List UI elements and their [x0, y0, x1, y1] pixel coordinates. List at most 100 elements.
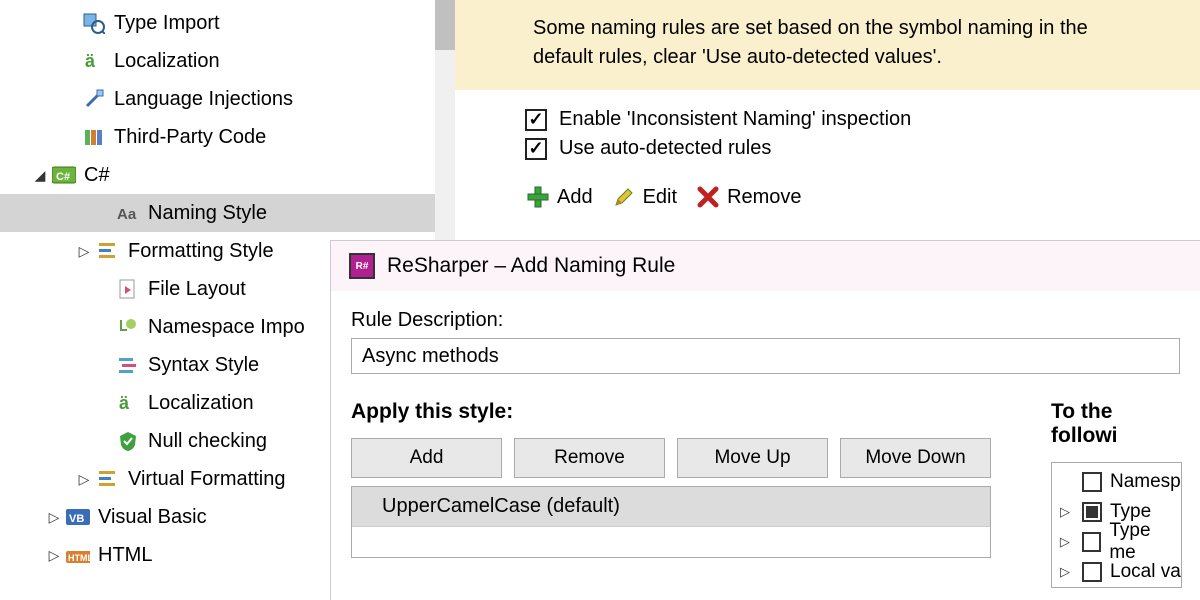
tree-arrow-collapsed-icon[interactable]: ▷ [1056, 504, 1074, 520]
style-buttons: Add Remove Move Up Move Down [351, 438, 991, 478]
banner-line2: default rules, clear 'Use auto-detected … [533, 46, 942, 68]
checkbox-icon[interactable] [1082, 562, 1102, 582]
entity-label: Type me [1109, 520, 1180, 564]
tree-arrow-collapsed-icon[interactable]: ▷ [74, 243, 94, 260]
tree-label: Type Import [114, 12, 220, 35]
tree-label: Virtual Formatting [128, 468, 285, 491]
tree-arrow-collapsed-icon[interactable]: ▷ [1056, 534, 1074, 550]
edit-label: Edit [643, 186, 677, 209]
entities-section: To the followi ▷ Namesp ▷ Type ▷ [1051, 400, 1182, 588]
tree-arrow-collapsed-icon[interactable]: ▷ [1056, 564, 1074, 580]
checkbox-checked-icon[interactable]: ✓ [525, 138, 547, 160]
tree-item-csharp[interactable]: ◢ C# C# [0, 156, 455, 194]
tree-item-third-party[interactable]: ▶ Third-Party Code [0, 118, 455, 156]
dialog-title: ReSharper – Add Naming Rule [387, 254, 675, 278]
vb-icon: VB [66, 505, 90, 529]
check-label: Use auto-detected rules [559, 137, 771, 160]
entity-label: Namesp [1110, 471, 1181, 493]
style-remove-button[interactable]: Remove [514, 438, 665, 478]
x-icon [695, 184, 721, 210]
html-icon: HTML [66, 543, 90, 567]
apply-style-title: Apply this style: [351, 400, 991, 424]
add-button[interactable]: Add [525, 184, 593, 210]
svg-text:Aa: Aa [117, 206, 137, 223]
svg-text:VB: VB [69, 513, 84, 525]
tree-label: Null checking [148, 430, 267, 453]
tree-label: Syntax Style [148, 354, 259, 377]
tree-arrow-collapsed-icon[interactable]: ▷ [74, 471, 94, 488]
type-import-icon [82, 11, 106, 35]
check-auto-detected[interactable]: ✓ Use auto-detected rules [525, 137, 1200, 160]
tree-label: Naming Style [148, 202, 267, 225]
svg-text:ä: ä [119, 393, 130, 413]
tree-item-language-injections[interactable]: ▶ Language Injections [0, 80, 455, 118]
rules-toolbar: Add Edit Remove [455, 174, 1200, 210]
tree-label: Localization [148, 392, 254, 415]
svg-text:C#: C# [56, 171, 70, 183]
entity-type-member[interactable]: ▷ Type me [1056, 527, 1181, 557]
style-moveup-button[interactable]: Move Up [677, 438, 828, 478]
tree-item-naming-style[interactable]: ▶ Aa Naming Style [0, 194, 455, 232]
svg-text:ä: ä [85, 51, 96, 71]
main-panel: Some naming rules are set based on the s… [455, 0, 1200, 240]
syntax-icon [116, 353, 140, 377]
tree-label: Language Injections [114, 88, 293, 111]
tree-label: File Layout [148, 278, 246, 301]
info-banner: Some naming rules are set based on the s… [455, 0, 1200, 90]
style-list-item[interactable]: UpperCamelCase (default) [352, 487, 990, 527]
file-layout-icon [116, 277, 140, 301]
add-naming-rule-dialog: R# ReSharper – Add Naming Rule Rule Desc… [330, 240, 1200, 600]
add-label: Add [557, 186, 593, 209]
checkbox-icon[interactable] [1082, 532, 1102, 552]
checkbox-group: ✓ Enable 'Inconsistent Naming' inspectio… [455, 90, 1200, 174]
csharp-icon: C# [52, 163, 76, 187]
tree-arrow-collapsed-icon[interactable]: ▷ [44, 547, 64, 564]
tree-label: Visual Basic [98, 506, 207, 529]
tree-arrow-collapsed-icon[interactable]: ▷ [44, 509, 64, 526]
tree-label: Third-Party Code [114, 126, 266, 149]
edit-button[interactable]: Edit [611, 184, 677, 210]
localization-icon: ä [82, 49, 106, 73]
check-label: Enable 'Inconsistent Naming' inspection [559, 108, 911, 131]
checkbox-filled-icon[interactable] [1082, 502, 1102, 522]
apply-style-section: Apply this style: Add Remove Move Up Mov… [351, 400, 991, 588]
entity-namespace[interactable]: ▷ Namesp [1056, 467, 1181, 497]
books-icon [82, 125, 106, 149]
dialog-titlebar: R# ReSharper – Add Naming Rule [331, 241, 1200, 291]
banner-line1: Some naming rules are set based on the s… [533, 17, 1088, 39]
style-add-button[interactable]: Add [351, 438, 502, 478]
svg-text:HTML: HTML [68, 553, 90, 563]
scrollbar-thumb[interactable] [435, 0, 455, 50]
resharper-icon: R# [349, 253, 375, 279]
tree-item-localization[interactable]: ▶ ä Localization [0, 42, 455, 80]
localization-icon: ä [116, 391, 140, 415]
formatting-icon [96, 467, 120, 491]
tree-arrow-expanded-icon[interactable]: ◢ [30, 167, 50, 184]
entity-label: Local va [1110, 561, 1181, 583]
rule-description-input[interactable] [351, 338, 1180, 374]
remove-label: Remove [727, 186, 801, 209]
checkbox-checked-icon[interactable]: ✓ [525, 109, 547, 131]
formatting-icon [96, 239, 120, 263]
tree-label: HTML [98, 544, 152, 567]
tree-label: C# [84, 164, 110, 187]
tree-label: Formatting Style [128, 240, 274, 263]
naming-icon: Aa [116, 201, 140, 225]
namespace-icon [116, 315, 140, 339]
rule-description-label: Rule Description: [351, 309, 1180, 332]
tree-label: Namespace Impo [148, 316, 305, 339]
dialog-body: Rule Description: Apply this style: Add … [331, 291, 1200, 588]
check-inconsistent-naming[interactable]: ✓ Enable 'Inconsistent Naming' inspectio… [525, 108, 1200, 131]
entity-local-var[interactable]: ▷ Local va [1056, 557, 1181, 587]
plus-icon [525, 184, 551, 210]
tree-item-type-import[interactable]: ▶ Type Import [0, 4, 455, 42]
shield-icon [116, 429, 140, 453]
checkbox-icon[interactable] [1082, 472, 1102, 492]
style-movedown-button[interactable]: Move Down [840, 438, 991, 478]
injection-icon [82, 87, 106, 111]
entities-title: To the followi [1051, 400, 1182, 448]
style-list[interactable]: UpperCamelCase (default) [351, 486, 991, 558]
tree-label: Localization [114, 50, 220, 73]
remove-button[interactable]: Remove [695, 184, 801, 210]
pencil-icon [611, 184, 637, 210]
